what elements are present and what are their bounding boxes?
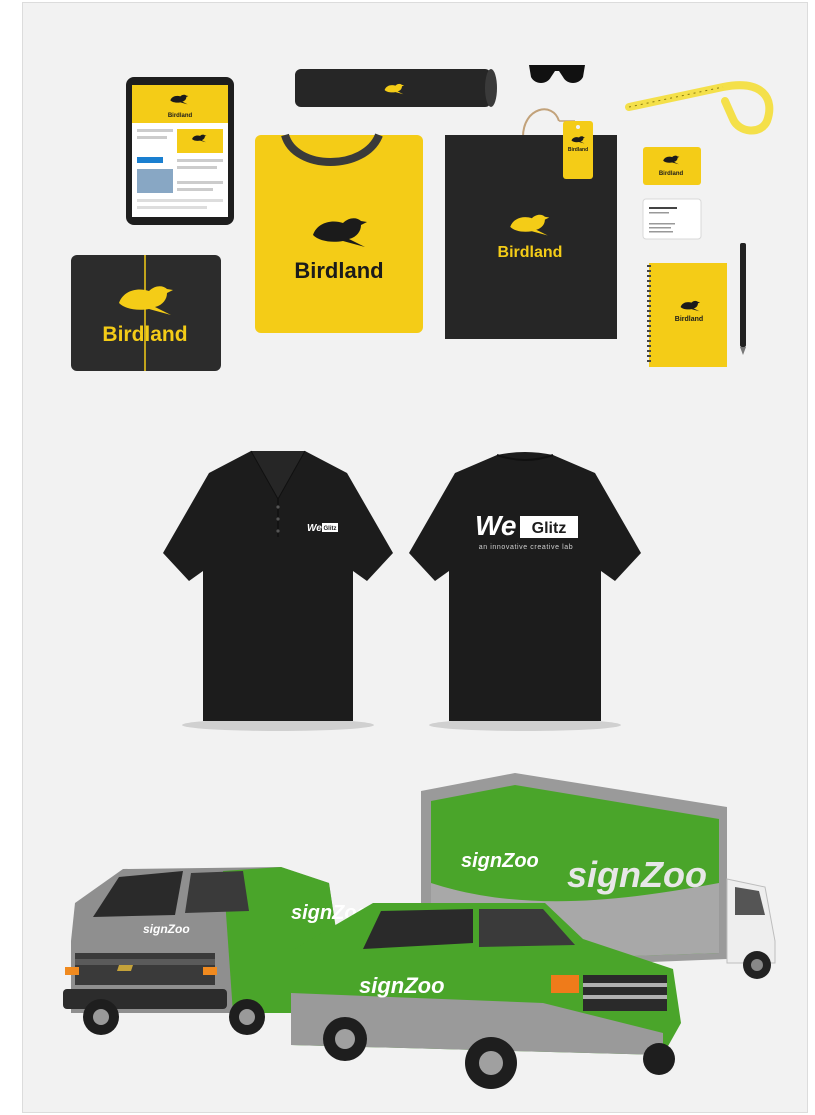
folded-shirt-black-mockup: Birdland (71, 255, 221, 371)
polo-front-logo-we: We (307, 523, 322, 534)
tablet-brand-text: Birdland (168, 113, 193, 119)
business-card-white (642, 198, 702, 240)
black-shirt-brand-text: Birdland (102, 323, 187, 346)
polo-front-mockup: We Glitz (163, 450, 393, 721)
signzoo-vehicles-panel: signZoo signZoo signZoo signZoo signZoo (23, 763, 807, 1112)
polo-tagline: an innovative creative lab (479, 544, 574, 551)
polo-front-logo-glitz: Glitz (324, 526, 337, 532)
hang-tag-mockup: Birdland (559, 120, 593, 179)
tag-brand-text: Birdland (568, 147, 588, 153)
weglitz-polo-panel: We Glitz We Glitz an innovative creative… (23, 403, 807, 763)
bag-brand-text: Birdland (498, 244, 563, 261)
folded-tshirt-mockup: Birdland (255, 133, 423, 333)
pen-mockup (740, 243, 746, 355)
birdland-branding-panel: Birdland Birdland Birdland Birdland Bird… (23, 3, 807, 403)
polo-back-logo-we: We (475, 510, 517, 541)
truck-side-brand: signZoo (461, 850, 539, 872)
business-card-yellow: Birdland (643, 147, 701, 185)
truck-main-brand: signZoo (567, 854, 707, 895)
sunglasses-mockup (529, 65, 585, 83)
portfolio-frame: Birdland Birdland Birdland Birdland Bird… (22, 2, 808, 1113)
van-hood-brand: signZoo (143, 922, 190, 936)
polo-back-mockup: We Glitz an innovative creative lab (409, 452, 641, 721)
rolled-poster-mockup (295, 69, 497, 107)
card-brand-text: Birdland (659, 171, 684, 177)
tablet-mockup: Birdland (126, 77, 234, 225)
measuring-tape-mockup (625, 81, 774, 135)
polo-back-logo-glitz: Glitz (532, 520, 567, 537)
tshirt-brand-text: Birdland (294, 258, 383, 283)
notebook-mockup: Birdland (647, 263, 727, 367)
pickup-side-brand: signZoo (359, 973, 445, 998)
notebook-brand-text: Birdland (675, 316, 703, 323)
